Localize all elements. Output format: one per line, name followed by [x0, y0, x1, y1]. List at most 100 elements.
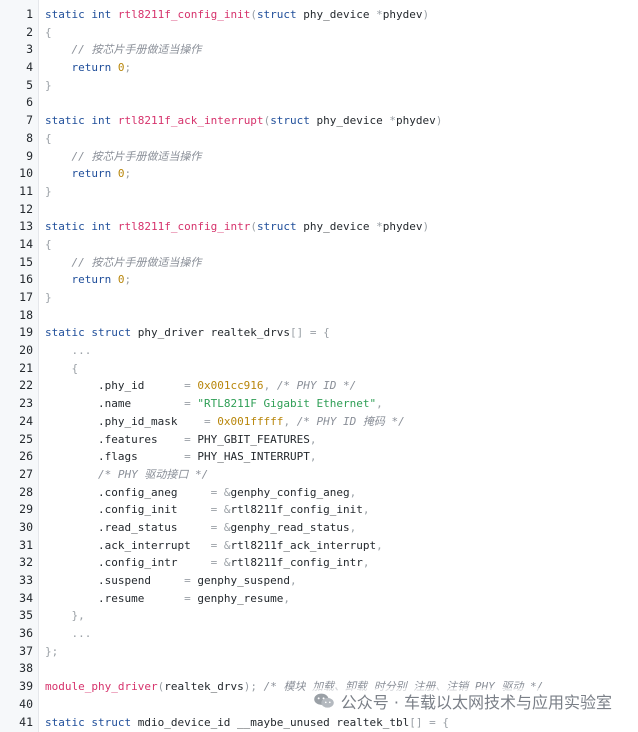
line-number: 41 [19, 714, 33, 729]
code-token: mdio_device_id __maybe_unused realtek_tb… [137, 715, 410, 729]
line-number: 10 [19, 166, 33, 181]
code-line: 13 static int rtl8211f_config_intr(struct… [0, 218, 638, 236]
code-token: .name [45, 397, 185, 411]
code-line: 21 { [0, 360, 638, 378]
code-line: 29 .config_init = &rtl8211f_config_init, [0, 501, 638, 519]
code-token: = & [210, 485, 231, 499]
code-token: * [376, 8, 383, 21]
code-token: ... [71, 627, 92, 641]
code-text: ... [45, 625, 92, 643]
code-token: } [45, 78, 52, 92]
code-token: ) [422, 8, 430, 21]
code-line: 31 .ack_interrupt = &rtl8211f_ack_interr… [0, 537, 638, 555]
code-token: [] = { [409, 715, 449, 729]
code-text: .name = "RTL8211F Gigabit Ethernet", [45, 395, 383, 413]
code-token: 0x001fffff [217, 414, 284, 428]
line-number: 16 [19, 272, 33, 287]
code-token: .config_init [45, 503, 211, 517]
code-token: // 按芯片手册做适当操作 [71, 149, 202, 163]
code-line: 5} [0, 77, 638, 95]
code-token: return [71, 167, 118, 181]
code-token: static int [45, 220, 118, 234]
code-token: = & [210, 503, 231, 517]
code-token: , [283, 414, 297, 428]
code-token: = [184, 379, 198, 393]
code-token: "RTL8211F Gigabit Ethernet" [197, 397, 377, 411]
code-token: ( [250, 220, 257, 234]
code-line: 4 return 0; [0, 59, 638, 77]
line-number: 28 [19, 484, 33, 499]
code-line: 1 static int rtl8211f_config_init(struct … [0, 6, 638, 24]
code-token: .ack_interrupt [45, 538, 211, 552]
code-block[interactable]: 1 static int rtl8211f_config_init(struct … [0, 6, 638, 731]
code-line: 24 .phy_id_mask = 0x001fffff, /* PHY ID … [0, 413, 638, 431]
code-token: , [309, 450, 317, 464]
code-editor[interactable]: 1 static int rtl8211f_config_init(struct … [0, 0, 638, 732]
code-text: static int rtl8211f_config_init(struct p… [45, 6, 429, 24]
code-token: phy_device [316, 114, 390, 128]
code-token: } [45, 291, 52, 304]
code-text: .phy_id = 0x001cc916, /* PHY ID */ [45, 377, 356, 395]
code-token: phydev [382, 220, 423, 234]
code-token: * [376, 220, 383, 234]
code-line: 3 // 按芯片手册做适当操作 [0, 41, 638, 59]
code-token: static int [45, 114, 118, 128]
code-text: .resume = genphy_resume, [45, 590, 290, 608]
code-line: 8{ [0, 130, 638, 148]
code-token: rtl8211f_config_intr [117, 220, 251, 234]
line-number: 38 [19, 661, 33, 676]
line-number: 15 [19, 254, 33, 269]
code-token: .features [45, 432, 185, 446]
code-token: , [283, 591, 291, 605]
code-token: }, [71, 609, 85, 623]
code-token: { [71, 361, 79, 375]
code-token: PHY_HAS_INTERRUPT [197, 450, 310, 464]
code-token: = & [210, 520, 231, 534]
code-token: .config_intr [45, 556, 211, 570]
code-line: 38 [0, 660, 638, 678]
code-token: } [45, 184, 52, 198]
code-token: { [45, 25, 52, 39]
code-line: 32 .config_intr = &rtl8211f_config_intr, [0, 554, 638, 572]
code-token: genphy_suspend [197, 574, 291, 587]
line-number: 30 [19, 519, 33, 534]
code-token: rtl8211f_config_init [230, 503, 363, 517]
code-token: = [184, 397, 198, 411]
code-token: { [45, 237, 52, 251]
code-token: = [184, 432, 198, 446]
line-number: 23 [19, 396, 33, 411]
code-text: { [45, 24, 52, 42]
code-text: } [45, 289, 52, 307]
code-line: 27 /* PHY 驱动接口 */ [0, 466, 638, 484]
code-token: ) [422, 220, 430, 234]
code-token: = [184, 450, 198, 464]
code-token: , [290, 574, 297, 587]
code-token: .resume [45, 591, 185, 605]
code-line: 12 [0, 201, 638, 219]
code-token: 0x001cc916 [197, 379, 264, 393]
code-token: ; [124, 273, 132, 287]
code-line: 9 // 按芯片手册做适当操作 [0, 148, 638, 166]
code-token: ( [250, 8, 257, 21]
code-token: , [349, 520, 357, 534]
code-line: 28 .config_aneg = &genphy_config_aneg, [0, 484, 638, 502]
line-number: 18 [19, 307, 33, 322]
code-token: rtl8211f_ack_interrupt [230, 538, 377, 552]
code-line: 22 .phy_id = 0x001cc916, /* PHY ID */ [0, 377, 638, 395]
code-token: rtl8211f_ack_interrupt [117, 114, 264, 128]
code-token: = [184, 591, 198, 605]
code-token: phydev [396, 114, 436, 128]
code-line: 33 .suspend = genphy_suspend, [0, 572, 638, 590]
line-number: 3 [26, 42, 33, 57]
code-line: 17} [0, 289, 638, 307]
code-text: /* PHY 驱动接口 */ [45, 466, 208, 484]
line-number: 24 [19, 413, 33, 428]
line-number: 39 [19, 679, 33, 694]
code-text: { [45, 360, 79, 378]
code-line: 36 ... [0, 625, 638, 643]
code-token: = & [210, 538, 231, 552]
